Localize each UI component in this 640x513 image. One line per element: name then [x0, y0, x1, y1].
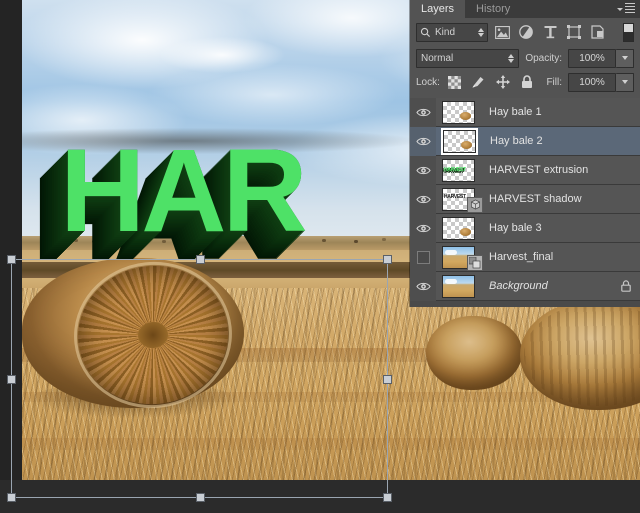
tab-history[interactable]: History	[465, 0, 521, 18]
layer-visibility-toggle[interactable]	[410, 271, 436, 301]
panel-tab-bar: Layers History	[410, 0, 640, 18]
panel-menu-icon[interactable]	[617, 3, 635, 15]
eye-icon	[415, 195, 431, 203]
layer-row-hay-bale-2[interactable]: Hay bale 2	[410, 126, 640, 156]
filter-adjustment-layers-icon[interactable]	[516, 22, 536, 42]
layer-locked-icon	[620, 279, 632, 293]
search-icon	[420, 27, 431, 37]
layer-visibility-toggle[interactable]	[410, 242, 436, 272]
layer-row-hay-bale-3[interactable]: Hay bale 3	[410, 213, 640, 243]
fill-input[interactable]: 100%	[568, 72, 616, 92]
blend-mode-value: Normal	[421, 52, 454, 64]
chevron-updown-icon	[478, 27, 484, 37]
layer-thumbnail-holder	[436, 274, 475, 298]
layer-visibility-off-icon	[416, 250, 430, 264]
opacity-input[interactable]: 100%	[568, 48, 616, 68]
tab-layers[interactable]: Layers	[410, 0, 466, 18]
filter-kind-label: Kind	[435, 26, 456, 38]
lock-transparent-pixels-icon[interactable]	[446, 73, 464, 91]
eye-icon	[415, 108, 431, 116]
blend-mode-row: Normal Opacity: 100%	[410, 46, 640, 70]
layer-name[interactable]: Hay bale 2	[490, 135, 640, 147]
filter-type-layers-icon[interactable]	[540, 22, 560, 42]
thumb-bale	[460, 111, 471, 120]
layer-name[interactable]: Background	[489, 280, 620, 292]
layer-name[interactable]: HARVEST shadow	[489, 193, 640, 205]
photoshop-window: HAR HAR Layers History Kind Normal Opaci…	[0, 0, 640, 513]
layer-thumbnail-holder: HARVEST	[436, 187, 483, 213]
blend-mode-select[interactable]: Normal	[416, 48, 520, 68]
layer-visibility-toggle[interactable]	[410, 98, 436, 127]
filter-kind-select[interactable]: Kind	[416, 22, 488, 42]
layer-row-hay-bale-1[interactable]: Hay bale 1	[410, 98, 640, 127]
layer-thumbnail[interactable]	[443, 129, 476, 153]
layer-visibility-toggle[interactable]	[410, 155, 436, 185]
layer-list[interactable]: Hay bale 1 Hay bale 2 HARVEST HARVEST extru…	[410, 98, 640, 307]
layers-panel[interactable]: Layers History Kind Normal Opacity: 100%…	[410, 0, 640, 307]
thumb-text: HARVEST	[444, 193, 466, 200]
thumb-text: HARVEST	[444, 166, 466, 173]
layer-row-harvest-shadow[interactable]: HARVEST HARVEST shadow	[410, 184, 640, 214]
eye-icon	[415, 166, 431, 174]
filter-smart-objects-icon[interactable]	[588, 22, 608, 42]
eye-icon	[415, 224, 431, 232]
layer-visibility-toggle[interactable]	[410, 184, 436, 214]
lock-all-icon[interactable]	[518, 73, 536, 91]
opacity-label: Opacity:	[525, 52, 562, 64]
layer-row-background[interactable]: Background	[410, 271, 640, 301]
opacity-dropdown-arrow[interactable]	[616, 48, 634, 68]
lock-image-pixels-icon[interactable]	[470, 73, 488, 91]
layer-thumbnail[interactable]	[442, 216, 475, 240]
layer-thumbnail-holder	[436, 216, 475, 240]
layer-row-harvest-extrusion[interactable]: HARVEST HARVEST extrusion	[410, 155, 640, 185]
lock-row: Lock: Fill: 100%	[410, 70, 640, 94]
filter-enable-toggle[interactable]	[623, 22, 634, 42]
layer-name[interactable]: Harvest_final	[489, 251, 640, 263]
chevron-updown-icon	[508, 53, 515, 63]
layer-filter-row: Kind	[410, 18, 640, 46]
lock-label: Lock:	[416, 76, 440, 88]
hay-bale-foreground[interactable]	[22, 254, 244, 418]
layer-thumbnail[interactable]: HARVEST	[442, 158, 475, 182]
layer-visibility-toggle[interactable]	[410, 126, 436, 156]
fill-dropdown-arrow[interactable]	[616, 72, 634, 92]
layer-visibility-toggle[interactable]	[410, 213, 436, 243]
eye-icon	[415, 137, 431, 145]
layer-thumbnail-holder	[436, 245, 483, 271]
layer-thumbnail-holder	[436, 129, 476, 153]
hay-bale-far	[426, 316, 522, 390]
eye-icon	[415, 282, 431, 290]
fill-label: Fill:	[546, 76, 562, 88]
thumb-bale	[460, 227, 471, 236]
thumb-bale	[461, 140, 472, 149]
layer-thumbnail-holder	[436, 100, 475, 124]
field-band-3	[22, 438, 640, 450]
smart-object-badge-icon	[467, 254, 483, 271]
layer-name[interactable]: Hay bale 1	[489, 106, 640, 118]
left-gutter	[0, 0, 22, 513]
layer-name[interactable]: HARVEST extrusion	[489, 164, 640, 176]
filter-shape-layers-icon[interactable]	[564, 22, 584, 42]
filter-pixel-layers-icon[interactable]	[492, 22, 512, 42]
layer-thumbnail-holder: HARVEST	[436, 158, 475, 182]
layer-thumbnail[interactable]	[442, 100, 475, 124]
layer-row-harvest-final[interactable]: Harvest_final	[410, 242, 640, 272]
canvas-backdrop-bottom	[0, 480, 640, 513]
3d-layer-badge-icon	[467, 196, 483, 213]
layer-name[interactable]: Hay bale 3	[489, 222, 640, 234]
layer-thumbnail[interactable]	[442, 274, 475, 298]
hay-bale-right	[520, 300, 640, 420]
lock-position-icon[interactable]	[494, 73, 512, 91]
harvest-text-face: HAR	[60, 125, 308, 257]
